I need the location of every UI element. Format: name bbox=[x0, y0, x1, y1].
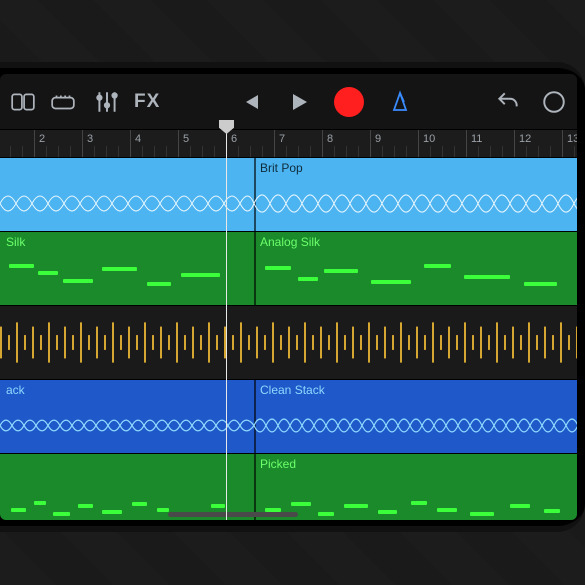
ruler-bar: 6 bbox=[226, 130, 237, 157]
timeline-ruler[interactable]: 12345678910111213 bbox=[0, 130, 577, 158]
undo-icon[interactable] bbox=[495, 89, 521, 115]
track-picked[interactable]: Picked bbox=[0, 454, 577, 520]
app-screen: FX 12345678910111213 bbox=[0, 74, 577, 520]
toolbar: FX bbox=[0, 74, 577, 130]
ruler-bar: 8 bbox=[322, 130, 333, 157]
ruler-bar: 12 bbox=[514, 130, 531, 157]
view-toggle-icon[interactable] bbox=[10, 89, 36, 115]
fx-button[interactable]: FX bbox=[134, 91, 160, 113]
midi-notes bbox=[258, 260, 577, 297]
mixer-icon[interactable] bbox=[94, 89, 120, 115]
track-clean-stack[interactable]: ack Clean Stack bbox=[0, 380, 577, 454]
track-britpop[interactable]: Brit Pop bbox=[0, 158, 577, 232]
playhead[interactable] bbox=[226, 130, 227, 520]
waveform bbox=[0, 182, 254, 225]
region[interactable]: Picked bbox=[254, 454, 577, 520]
ruler-bar: 2 bbox=[34, 130, 45, 157]
region[interactable] bbox=[0, 454, 254, 520]
region[interactable]: Clean Stack bbox=[254, 380, 577, 453]
waveform bbox=[254, 182, 577, 225]
midi-notes bbox=[258, 482, 577, 519]
record-button[interactable] bbox=[334, 87, 364, 117]
previous-icon[interactable] bbox=[238, 90, 262, 114]
ruler-bar: 10 bbox=[418, 130, 435, 157]
ruler-bar: 9 bbox=[370, 130, 381, 157]
track-drummer[interactable] bbox=[0, 306, 577, 380]
region-label: Silk bbox=[6, 235, 25, 249]
waveform bbox=[254, 404, 577, 447]
midi-notes bbox=[4, 260, 250, 297]
help-icon[interactable] bbox=[541, 89, 567, 115]
tracks-area[interactable]: Brit Pop Silk Analog bbox=[0, 158, 577, 520]
region-label: Brit Pop bbox=[260, 161, 303, 175]
region[interactable]: ack bbox=[0, 380, 254, 453]
region[interactable]: Analog Silk bbox=[254, 232, 577, 305]
instruments-icon[interactable] bbox=[50, 89, 76, 115]
region[interactable] bbox=[0, 306, 577, 379]
waveform bbox=[0, 404, 254, 447]
ruler-bar: 11 bbox=[466, 130, 482, 157]
region[interactable] bbox=[0, 158, 254, 231]
device-frame: FX 12345678910111213 bbox=[0, 62, 585, 532]
region-label: ack bbox=[6, 383, 25, 397]
region[interactable]: Brit Pop bbox=[254, 158, 577, 231]
region[interactable]: Silk bbox=[0, 232, 254, 305]
region-label: Analog Silk bbox=[260, 235, 320, 249]
metronome-icon[interactable] bbox=[388, 90, 412, 114]
region-label: Clean Stack bbox=[260, 383, 325, 397]
ruler-bar: 4 bbox=[130, 130, 141, 157]
ruler-bar: 5 bbox=[178, 130, 189, 157]
ruler-bar: 3 bbox=[82, 130, 93, 157]
track-analog-silk[interactable]: Silk Analog Silk bbox=[0, 232, 577, 306]
play-icon[interactable] bbox=[286, 90, 310, 114]
drum-waveform bbox=[0, 316, 577, 369]
region-label: Picked bbox=[260, 457, 296, 471]
horizontal-scrollbar[interactable] bbox=[168, 512, 298, 517]
ruler-bar: 7 bbox=[274, 130, 285, 157]
